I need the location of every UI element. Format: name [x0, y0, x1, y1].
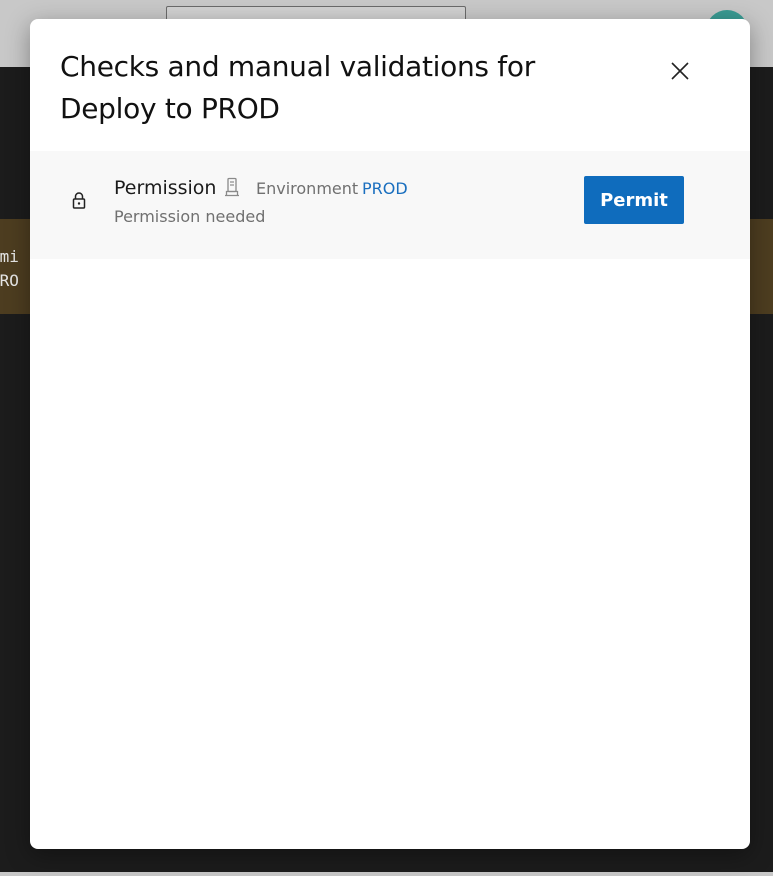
- lock-icon: [72, 192, 86, 209]
- dialog-title: Checks and manual validations for Deploy…: [60, 50, 535, 125]
- background-banner-line-1: rmi: [0, 247, 19, 266]
- background-bottom-edge: [0, 872, 773, 876]
- environment-icon: [225, 177, 239, 197]
- check-status: Permission needed: [114, 207, 266, 226]
- environment-link-prod[interactable]: PROD: [362, 179, 408, 198]
- permit-button[interactable]: Permit: [584, 176, 684, 224]
- close-button[interactable]: [664, 55, 696, 87]
- check-row-permission: Permission Environment PROD Permission n…: [30, 151, 750, 259]
- check-name: Permission: [114, 177, 217, 199]
- background-banner-line-2: PRO: [0, 271, 19, 290]
- checks-dialog: Checks and manual validations for Deploy…: [30, 19, 750, 849]
- close-icon: [671, 62, 689, 80]
- resource-type-label: Environment: [256, 179, 359, 198]
